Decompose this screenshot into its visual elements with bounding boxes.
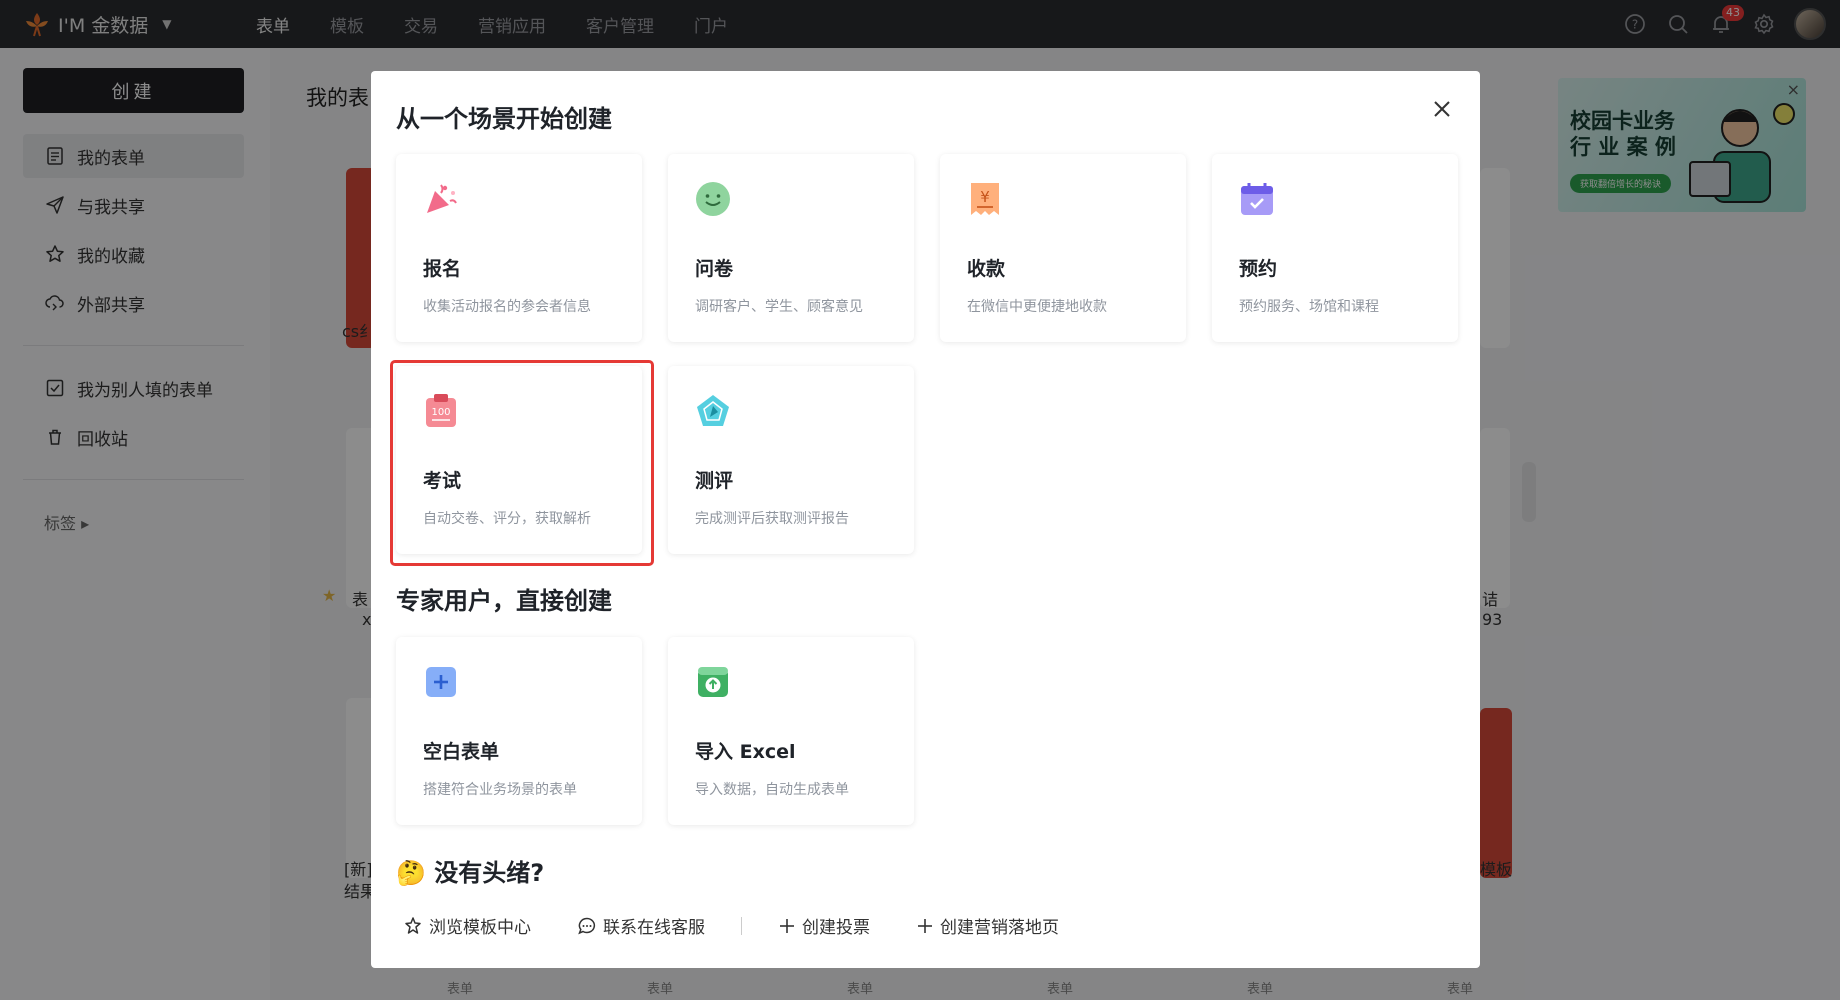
scene-description: 调研客户、学生、顾客意见 bbox=[695, 299, 863, 315]
expert-item-name: 导入 Excel bbox=[695, 741, 796, 763]
upload-excel-icon bbox=[698, 667, 728, 697]
scene-description: 自动交卷、评分，获取解析 bbox=[423, 511, 591, 527]
expert-item-name: 空白表单 bbox=[423, 741, 500, 763]
yuan-receipt-icon: ¥ bbox=[971, 183, 999, 215]
browse-template-center-link[interactable]: 浏览模板中心 bbox=[403, 913, 531, 938]
close-icon[interactable] bbox=[1430, 97, 1454, 121]
no-idea-section-title: 🤔 没有头绪? bbox=[396, 853, 544, 888]
modal-title: 从一个场景开始创建 bbox=[396, 105, 612, 133]
helper-divider bbox=[741, 916, 742, 935]
import-excel-card[interactable]: 导入 Excel 导入数据，自动生成表单 bbox=[668, 637, 914, 825]
helper-links: 浏览模板中心 联系在线客服 创建投票 创建营销落地页 bbox=[403, 913, 1105, 938]
scene-name: 收款 bbox=[967, 258, 1006, 280]
scene-name: 测评 bbox=[695, 470, 734, 492]
scene-description: 收集活动报名的参会者信息 bbox=[423, 299, 591, 315]
helper-label: 联系在线客服 bbox=[603, 918, 705, 938]
scene-card-exam[interactable]: 100 考试 自动交卷、评分，获取解析 bbox=[390, 360, 654, 566]
exam-score-icon: 100 bbox=[426, 394, 456, 427]
expert-item-description: 导入数据，自动生成表单 bbox=[695, 782, 849, 798]
svg-text:¥: ¥ bbox=[980, 188, 990, 206]
scene-description: 预约服务、场馆和课程 bbox=[1239, 299, 1379, 315]
scene-card-registration[interactable]: 报名 收集活动报名的参会者信息 bbox=[396, 154, 642, 342]
scene-description: 完成测评后获取测评报告 bbox=[695, 511, 849, 527]
scene-card-appointment[interactable]: 预约 预约服务、场馆和课程 bbox=[1212, 154, 1458, 342]
scene-name: 预约 bbox=[1239, 258, 1278, 280]
plus-square-icon bbox=[426, 667, 456, 697]
chat-bubble-icon bbox=[578, 917, 596, 934]
blank-form-card[interactable]: 空白表单 搭建符合业务场景的表单 bbox=[396, 637, 642, 825]
template-center-icon bbox=[405, 916, 421, 934]
svg-text:100: 100 bbox=[431, 407, 450, 418]
contact-support-link[interactable]: 联系在线客服 bbox=[577, 913, 705, 938]
scene-name: 问卷 bbox=[695, 258, 734, 280]
scene-name: 考试 bbox=[423, 470, 462, 492]
no-idea-title-text: 没有头绪? bbox=[434, 859, 545, 887]
plus-icon bbox=[780, 918, 794, 933]
helper-label: 浏览模板中心 bbox=[429, 918, 531, 938]
scene-description: 在微信中更便捷地收款 bbox=[967, 299, 1107, 315]
helper-label: 创建营销落地页 bbox=[940, 918, 1059, 938]
create-form-modal: 从一个场景开始创建 报名 收集活动报名的参会者信息 问卷 调研客户、学生、顾客意… bbox=[371, 71, 1480, 968]
scene-name: 报名 bbox=[423, 258, 462, 280]
expert-section-title: 专家用户，直接创建 bbox=[396, 587, 612, 615]
scene-card-assessment[interactable]: 测评 完成测评后获取测评报告 bbox=[668, 366, 914, 554]
create-landing-page-link[interactable]: 创建营销落地页 bbox=[916, 913, 1059, 938]
helper-label: 创建投票 bbox=[802, 918, 870, 938]
scene-card-survey[interactable]: 问卷 调研客户、学生、顾客意见 bbox=[668, 154, 914, 342]
smile-face-icon bbox=[696, 182, 730, 216]
create-poll-link[interactable]: 创建投票 bbox=[778, 913, 870, 938]
calendar-check-icon bbox=[1241, 183, 1273, 215]
radar-pentagon-icon bbox=[697, 395, 729, 426]
scene-card-payment[interactable]: ¥ 收款 在微信中更便捷地收款 bbox=[940, 154, 1186, 342]
plus-icon bbox=[918, 918, 932, 933]
expert-item-description: 搭建符合业务场景的表单 bbox=[423, 782, 577, 798]
thinking-face-icon: 🤔 bbox=[396, 859, 426, 887]
party-popper-icon bbox=[427, 184, 457, 213]
